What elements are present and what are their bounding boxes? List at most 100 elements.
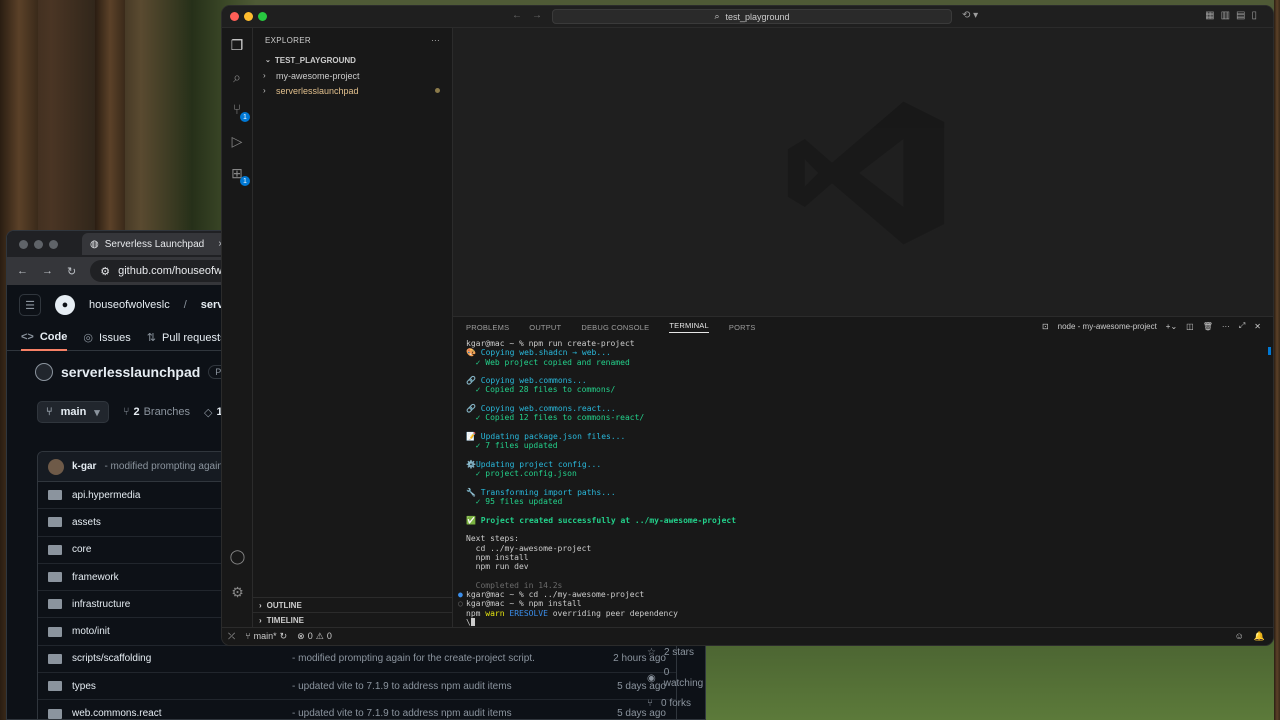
command-success-dot-icon: ● <box>458 590 463 600</box>
layout-controls: ▦▥▤▯ <box>1205 10 1263 21</box>
extensions-icon[interactable]: ⊞ 1 <box>226 162 250 186</box>
split-terminal-icon[interactable]: ◫ <box>1186 322 1194 331</box>
tab-pull-requests[interactable]: ⇅ Pull requests <box>147 325 226 351</box>
terminal-line: Completed in 14.2s <box>466 580 563 590</box>
back-icon[interactable]: ← <box>512 10 532 21</box>
npm-label: npm <box>466 608 481 618</box>
outline-section[interactable]: › OUTLINE <box>253 597 452 612</box>
branches-link[interactable]: ⑂ 2 Branches <box>123 406 190 418</box>
stat-label: 0 watching <box>663 667 704 689</box>
explorer-icon[interactable]: ❐ <box>226 34 248 56</box>
tab-label: Issues <box>98 331 131 344</box>
more-actions-icon[interactable]: ··· <box>431 36 440 45</box>
code-icon: <> <box>21 330 34 343</box>
file-name[interactable]: scripts/scaffolding <box>72 653 292 664</box>
new-terminal-icon[interactable]: +⌄ <box>1166 322 1177 331</box>
explorer-sidebar: EXPLORER ··· ⌄ TEST_PLAYGROUND › my-awes… <box>253 28 453 627</box>
command-center-search[interactable]: ⌕ test_playground <box>552 9 952 24</box>
workspace-section[interactable]: ⌄ TEST_PLAYGROUND <box>253 52 452 68</box>
address-bar-url: github.com/houseofwolv <box>118 265 237 277</box>
watching-stat[interactable]: ◉ 0 watching <box>647 667 705 689</box>
reload-icon[interactable]: ↻ <box>67 265 76 278</box>
trash-icon[interactable]: 🗑 <box>1203 322 1213 331</box>
tree-item-my-awesome-project[interactable]: › my-awesome-project <box>253 68 452 83</box>
terminal-scrollbar[interactable] <box>1268 347 1271 355</box>
account-icon[interactable]: ◯ <box>227 545 249 567</box>
terminal-line: kgar@mac ~ % npm run create-project <box>466 339 635 348</box>
forward-icon[interactable]: → <box>532 10 552 21</box>
commit-message[interactable]: - modified prompting again fo <box>104 461 234 472</box>
github-logo-icon[interactable]: ● <box>55 295 75 315</box>
site-info-icon[interactable]: ⚙ <box>100 265 110 278</box>
more-actions-icon[interactable]: ··· <box>1222 322 1230 331</box>
org-link[interactable]: houseofwolveslc <box>89 299 170 311</box>
terminal-line: \ <box>466 618 1263 627</box>
folder-icon <box>48 517 62 528</box>
explorer-title: EXPLORER <box>265 35 311 45</box>
minimize-window-button[interactable] <box>34 239 43 249</box>
copilot-status-icon[interactable]: ☺ <box>1235 631 1244 642</box>
repo-title[interactable]: serverlesslaunchpad <box>61 364 200 380</box>
remote-icon[interactable]: ⤫ <box>228 631 235 642</box>
close-window-button[interactable] <box>230 12 239 21</box>
table-row[interactable]: types - updated vite to 7.1.9 to address … <box>38 673 676 701</box>
folder-icon <box>48 599 62 610</box>
tab-output[interactable]: OUTPUT <box>529 323 561 332</box>
tab-ports[interactable]: PORTS <box>729 323 756 332</box>
gear-icon[interactable]: ⚙ <box>227 581 249 603</box>
error-count: 0 <box>307 631 313 641</box>
maximize-window-button[interactable] <box>258 12 267 21</box>
toggle-panel-icon[interactable]: ▤ <box>1236 10 1251 21</box>
stars-stat[interactable]: ☆ 2 stars <box>647 647 705 658</box>
tab-terminal[interactable]: TERMINAL <box>669 321 709 333</box>
file-commit-message[interactable]: - updated vite to 7.1.9 to address npm a… <box>292 681 606 692</box>
search-icon: ⌕ <box>714 11 720 21</box>
file-name[interactable]: types <box>72 681 292 692</box>
tree-item-serverlesslaunchpad[interactable]: › serverlesslaunchpad <box>253 83 452 98</box>
forks-stat[interactable]: ⑂ 0 forks <box>647 698 705 709</box>
branch-status[interactable]: ⑂ main* ↻ <box>245 631 287 642</box>
tab-debug-console[interactable]: DEBUG CONSOLE <box>581 323 649 332</box>
tab-issues[interactable]: ◎ Issues <box>83 325 130 351</box>
tab-problems[interactable]: PROBLEMS <box>466 323 509 332</box>
source-control-icon[interactable]: ⑂ 1 <box>226 98 250 122</box>
tab-code[interactable]: <> Code <box>21 325 68 351</box>
file-commit-message[interactable]: - modified prompting again for the creat… <box>292 653 606 664</box>
bell-icon[interactable]: 🔔 <box>1254 631 1265 642</box>
run-debug-icon[interactable]: ▷ <box>226 130 248 152</box>
terminal-blank <box>466 451 1263 460</box>
error-icon: ⊗ <box>297 631 305 641</box>
folder-icon <box>48 626 62 637</box>
search-icon[interactable]: ⌕ <box>226 66 248 88</box>
toggle-secondary-sidebar-icon[interactable]: ▯ <box>1251 10 1263 21</box>
copilot-icon[interactable]: ⟲ ▾ <box>962 10 978 21</box>
commit-author[interactable]: k-gar <box>72 461 96 472</box>
branch-select-button[interactable]: ⑂ main ▾ <box>37 401 109 423</box>
layout-icon[interactable]: ▦ <box>1205 10 1220 21</box>
file-commit-message[interactable]: - updated vite to 7.1.9 to address npm a… <box>292 708 606 719</box>
close-panel-icon[interactable]: ✕ <box>1254 322 1261 331</box>
back-icon[interactable]: ← <box>17 265 28 277</box>
problems-status[interactable]: ⊗ 0 ⚠ 0 <box>297 631 332 642</box>
table-row[interactable]: web.commons.react - updated vite to 7.1.9… <box>38 700 676 719</box>
file-name[interactable]: web.commons.react <box>72 708 292 719</box>
toggle-sidebar-icon[interactable]: ▥ <box>1221 10 1236 21</box>
folder-icon <box>48 544 62 555</box>
folder-icon <box>48 653 62 664</box>
browser-tab[interactable]: ◍ Serverless Launchpad × <box>82 233 232 255</box>
nav-arrows: ←→ <box>512 10 552 21</box>
terminal-output[interactable]: kgar@mac ~ % npm run create-project 🎨 Cop… <box>458 339 1263 627</box>
chevron-right-icon: › <box>263 71 266 80</box>
terminal-blank <box>466 423 1263 432</box>
terminal-line: cd ../my-awesome-project <box>466 543 592 553</box>
close-window-button[interactable] <box>19 239 28 249</box>
maximize-panel-icon[interactable]: ⤢ <box>1239 321 1245 331</box>
menu-icon[interactable]: ☰ <box>19 294 41 316</box>
timeline-section[interactable]: › TIMELINE <box>253 612 452 627</box>
minimize-window-button[interactable] <box>244 12 253 21</box>
terminal-name[interactable]: node - my-awesome-project <box>1058 322 1157 331</box>
maximize-window-button[interactable] <box>49 239 58 249</box>
table-row[interactable]: scripts/scaffolding - modified prompting … <box>38 646 676 674</box>
terminal-blank <box>466 571 1263 580</box>
forward-icon[interactable]: → <box>42 265 53 277</box>
